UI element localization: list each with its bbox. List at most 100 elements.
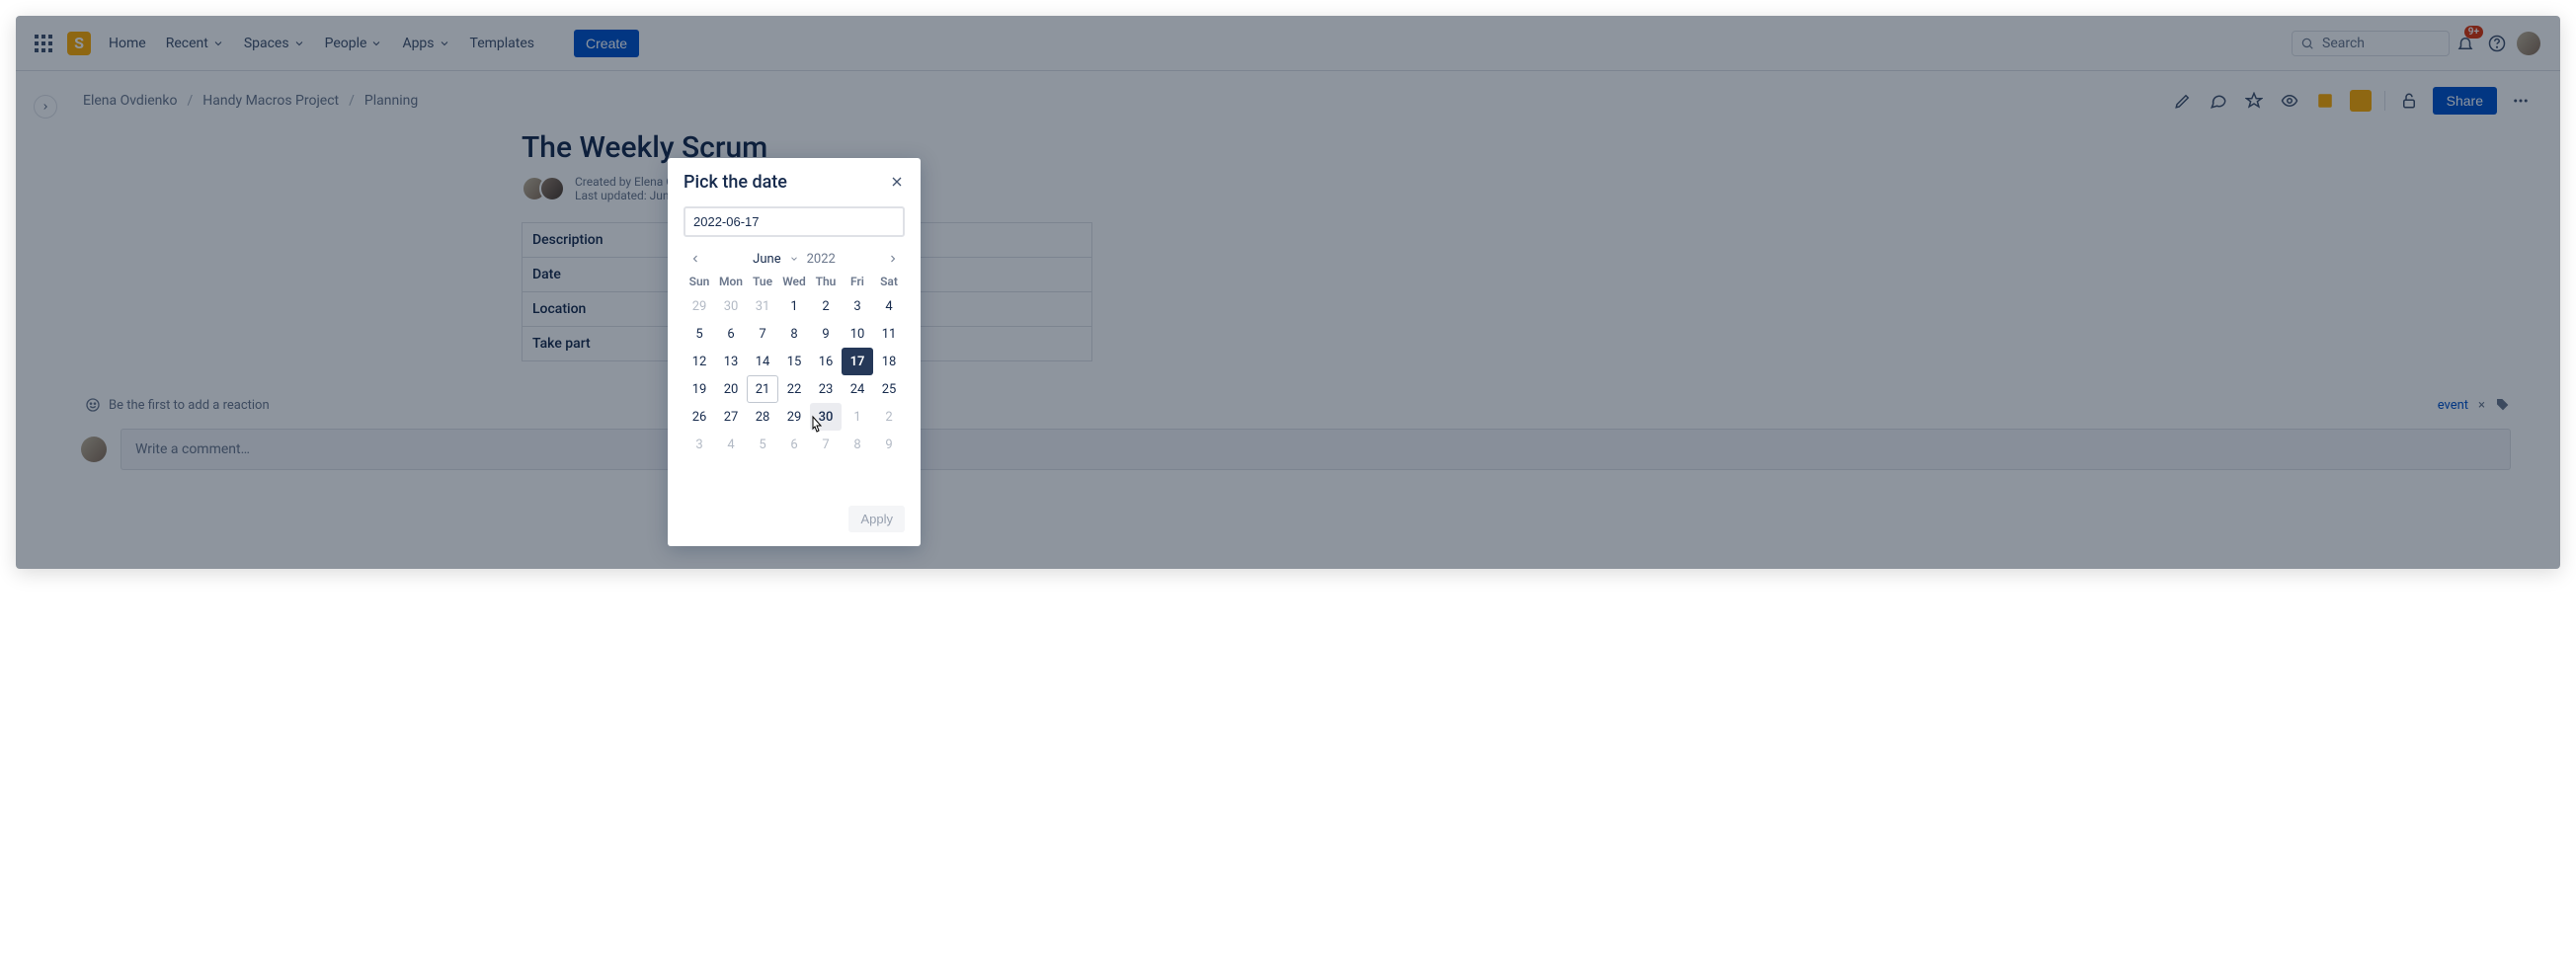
edit-button[interactable] [2171, 89, 2195, 113]
calendar-day[interactable]: 25 [873, 375, 905, 403]
nav-people[interactable]: People [325, 36, 383, 51]
calendar-day[interactable]: 7 [810, 431, 842, 458]
search-icon [2300, 37, 2314, 50]
calendar-day[interactable]: 2 [873, 403, 905, 431]
calendar-day[interactable]: 29 [684, 292, 715, 320]
dow-header: Sat [873, 275, 905, 288]
calendar-day[interactable]: 28 [747, 403, 778, 431]
calendar-day[interactable]: 4 [873, 292, 905, 320]
calendar-day[interactable]: 19 [684, 375, 715, 403]
tag-remove[interactable]: × [2478, 398, 2485, 413]
expand-sidebar-button[interactable] [34, 95, 57, 119]
breadcrumb-item-0[interactable]: Elena Ovdienko [83, 93, 177, 109]
help-icon [2488, 35, 2506, 52]
calendar-day[interactable]: 26 [684, 403, 715, 431]
restrictions-button[interactable] [2397, 89, 2421, 113]
month-select[interactable]: June [753, 252, 780, 267]
calendar-day[interactable]: 9 [873, 431, 905, 458]
topnav: S Home Recent Spaces People Apps Templat… [16, 16, 2560, 71]
nav-spaces[interactable]: Spaces [244, 36, 305, 51]
chevron-right-icon [887, 253, 899, 265]
calendar-day[interactable]: 21 [747, 375, 778, 403]
calendar-day[interactable]: 9 [810, 320, 842, 348]
chevron-down-icon [293, 38, 305, 49]
breadcrumb-item-1[interactable]: Handy Macros Project [202, 93, 339, 109]
calendar-day[interactable]: 8 [842, 431, 873, 458]
apply-button[interactable]: Apply [848, 506, 905, 532]
star-icon [2245, 92, 2263, 110]
pencil-icon [2174, 92, 2192, 110]
calendar-day[interactable]: 17 [842, 348, 873, 375]
calendar-day[interactable]: 22 [778, 375, 810, 403]
app-switcher-icon[interactable] [32, 32, 55, 55]
calendar-day[interactable]: 6 [715, 320, 747, 348]
comment-row: Write a comment… [81, 429, 2511, 470]
help-button[interactable] [2481, 28, 2513, 59]
calendar-day[interactable]: 5 [747, 431, 778, 458]
search-input[interactable]: Search [2292, 31, 2450, 56]
dow-header: Fri [842, 275, 873, 288]
nav-home[interactable]: Home [109, 36, 146, 51]
calendar-day[interactable]: 27 [715, 403, 747, 431]
modal-close-button[interactable] [889, 173, 905, 193]
date-input[interactable] [684, 206, 905, 237]
calendar-day[interactable]: 3 [842, 292, 873, 320]
calendar-day[interactable]: 10 [842, 320, 873, 348]
calendar-day[interactable]: 24 [842, 375, 873, 403]
star-button[interactable] [2242, 89, 2266, 113]
comment-input[interactable]: Write a comment… [121, 429, 2511, 470]
share-button[interactable]: Share [2433, 87, 2497, 115]
lock-icon [2400, 92, 2418, 110]
calendar-day[interactable]: 13 [715, 348, 747, 375]
site-logo[interactable]: S [67, 32, 91, 55]
create-button[interactable]: Create [574, 30, 639, 57]
calendar-day[interactable]: 18 [873, 348, 905, 375]
tag-event[interactable]: event [2438, 398, 2468, 413]
calendar-day[interactable]: 23 [810, 375, 842, 403]
notifications-button[interactable]: 9+ [2450, 28, 2481, 59]
calendar-day[interactable]: 2 [810, 292, 842, 320]
calendar-day[interactable]: 30 [715, 292, 747, 320]
calendar-day[interactable]: 11 [873, 320, 905, 348]
calendar-day[interactable]: 8 [778, 320, 810, 348]
contributor-avatars[interactable] [522, 176, 565, 201]
next-month-button[interactable] [881, 247, 905, 271]
calendar-day[interactable]: 29 [778, 403, 810, 431]
calendar-day[interactable]: 20 [715, 375, 747, 403]
more-actions-button[interactable] [2509, 89, 2533, 113]
nav-templates[interactable]: Templates [470, 36, 535, 51]
profile-avatar[interactable] [2513, 28, 2544, 59]
calendar-day[interactable]: 6 [778, 431, 810, 458]
page-tags: event × [2438, 397, 2511, 413]
calendar-day[interactable]: 1 [842, 403, 873, 431]
tag-icon[interactable] [2495, 397, 2511, 413]
calendar-day[interactable]: 14 [747, 348, 778, 375]
calendar-day[interactable]: 7 [747, 320, 778, 348]
breadcrumb-item-2[interactable]: Planning [364, 93, 418, 109]
calendar-day[interactable]: 16 [810, 348, 842, 375]
add-reaction[interactable]: Be the first to add a reaction [85, 397, 270, 413]
nav-recent[interactable]: Recent [166, 36, 224, 51]
close-icon [889, 174, 905, 190]
calendar-day[interactable]: 30 [810, 403, 842, 431]
calendar-day[interactable]: 31 [747, 292, 778, 320]
search-placeholder: Search [2322, 36, 2365, 51]
calendar-day[interactable]: 3 [684, 431, 715, 458]
app-icon [2350, 90, 2372, 112]
avatar [81, 437, 107, 462]
calendar-day[interactable]: 1 [778, 292, 810, 320]
macro-button[interactable] [2313, 89, 2337, 113]
prev-month-button[interactable] [684, 247, 707, 271]
calendar-day[interactable]: 15 [778, 348, 810, 375]
reactions-row: Be the first to add a reaction event × [85, 397, 2511, 413]
dots-icon [2512, 92, 2530, 110]
calendar-grid: 2930311234567891011121314151617181920212… [684, 292, 905, 458]
watch-button[interactable] [2278, 89, 2301, 113]
calendar-day[interactable]: 4 [715, 431, 747, 458]
app-button[interactable] [2349, 89, 2373, 113]
nav-apps[interactable]: Apps [402, 36, 449, 51]
calendar-day[interactable]: 5 [684, 320, 715, 348]
dow-header: Tue [747, 275, 778, 288]
calendar-day[interactable]: 12 [684, 348, 715, 375]
comment-button[interactable] [2207, 89, 2230, 113]
